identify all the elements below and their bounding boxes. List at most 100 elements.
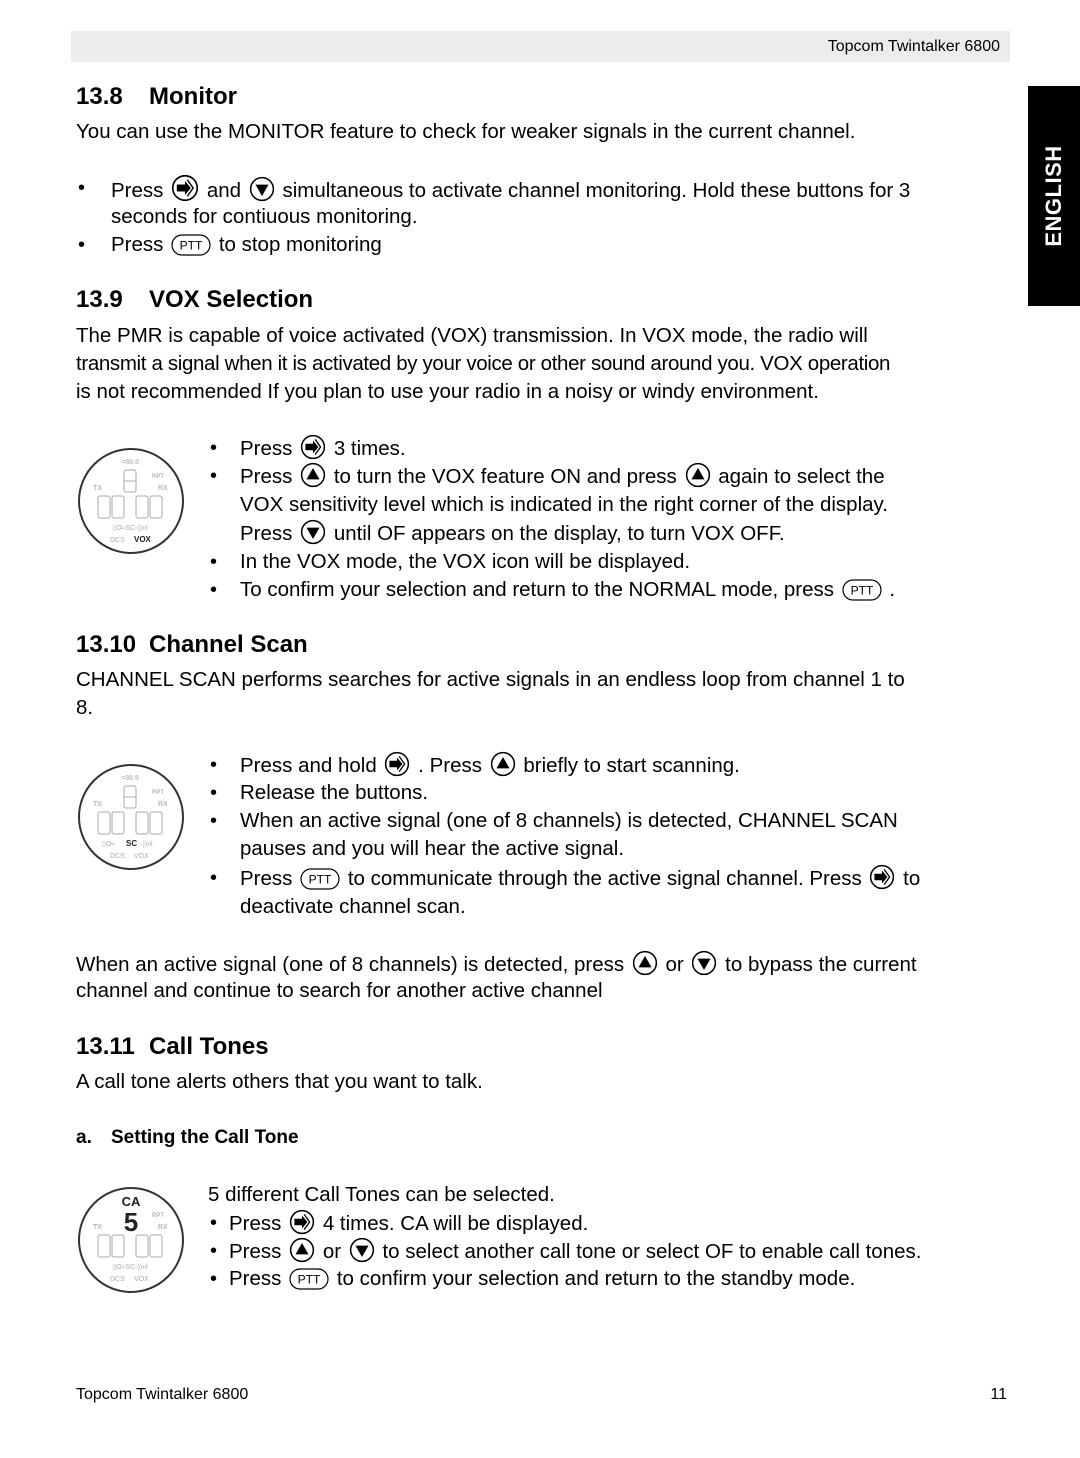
svg-text:RPT: RPT: [152, 790, 164, 796]
down-button-icon: [249, 176, 275, 202]
section-heading-vox: 13.9 VOX Selection: [76, 286, 313, 314]
svg-text:PTT: PTT: [298, 1273, 321, 1287]
bullet: •: [210, 1268, 218, 1290]
lcd-display-vox: =88.8 TX RPT RX : ▯O≈SC◦))ııl DCS VOX: [78, 448, 184, 554]
calltones-intro: A call tone alerts others that you want …: [76, 1070, 483, 1093]
svg-text:PTT: PTT: [850, 584, 873, 598]
vox-intro-2: transmit a signal when it is activated b…: [76, 352, 891, 375]
menu-button-icon: [869, 864, 895, 890]
text: to select another call tone or select OF…: [382, 1240, 922, 1263]
bullet: •: [210, 579, 218, 601]
text: When an active signal (one of 8 channels…: [76, 953, 625, 976]
ptt-button-icon: PTT: [289, 1268, 329, 1290]
svg-text:RPT: RPT: [152, 474, 164, 480]
svg-text:DCS: DCS: [110, 537, 125, 544]
bullet: •: [210, 465, 218, 487]
menu-button-icon: [171, 174, 199, 202]
text: to confirm your selection and return to …: [336, 1267, 856, 1290]
ptt-button-icon: PTT: [842, 579, 882, 601]
text: to communicate through the active signal…: [347, 867, 862, 890]
section-number: 13.11: [76, 1033, 135, 1060]
bullet: •: [78, 234, 86, 256]
scan-intro-2: 8.: [76, 696, 94, 719]
svg-text:TX: TX: [93, 1224, 102, 1231]
footer-title: Topcom Twintalker 6800: [76, 1386, 249, 1403]
subsection-label: a.: [76, 1127, 92, 1148]
menu-button-icon: [300, 434, 326, 460]
vox-bullet-4: To confirm your selection and return to …: [240, 576, 895, 604]
text: 3 times.: [333, 437, 406, 460]
bullet: •: [210, 754, 218, 776]
scan-bullet-3: When an active signal (one of 8 channels…: [240, 809, 898, 832]
vox-intro-3: is not recommended If you plan to use yo…: [76, 380, 819, 403]
section-number: 13.9: [76, 286, 123, 313]
text: Press and hold: [240, 754, 377, 777]
text: Press: [229, 1212, 282, 1235]
svg-text:▯O≈: ▯O≈: [102, 841, 115, 848]
bullet: •: [78, 177, 86, 199]
calltones-lead: 5 different Call Tones can be selected.: [208, 1183, 555, 1206]
language-tab-label: ENGLISH: [1041, 145, 1066, 247]
svg-text:PTT: PTT: [309, 873, 332, 887]
bullet: •: [210, 782, 218, 804]
page-number: 11: [990, 1386, 1007, 1403]
down-button-icon: [349, 1237, 375, 1263]
lcd-figure: CA 5 TX RPT RX ▯O≈SC◦))ııl DCS VOX: [93, 1194, 168, 1283]
svg-text:SC: SC: [126, 839, 137, 848]
monitor-bullet-2: Press PTT to stop monitoring: [111, 231, 382, 259]
text: Press: [240, 867, 293, 890]
monitor-bullet-1-cont: seconds for contiuous monitoring.: [111, 205, 418, 228]
text: . Press: [418, 754, 482, 777]
down-button-icon: [691, 950, 717, 976]
text: Press: [240, 437, 293, 460]
text: Press: [240, 522, 293, 545]
svg-text:▯O≈SC◦))ııl: ▯O≈SC◦))ııl: [112, 1264, 148, 1271]
text: 4 times. CA will be displayed.: [322, 1212, 589, 1235]
monitor-bullet-1: Press and simultaneous to activate chann…: [111, 174, 910, 205]
scan-bullet-2: Release the buttons.: [240, 781, 429, 804]
scan-intro-1: CHANNEL SCAN performs searches for activ…: [76, 668, 905, 691]
vox-intro-1: The PMR is capable of voice activated (V…: [76, 324, 868, 347]
text: Press: [111, 233, 164, 256]
text: to stop monitoring: [218, 233, 382, 256]
menu-button-icon: [289, 1209, 315, 1235]
section-number: 13.10: [76, 631, 137, 658]
subsection-title: Setting the Call Tone: [111, 1127, 299, 1148]
svg-text:▯O≈SC◦))ııl: ▯O≈SC◦))ııl: [112, 525, 148, 532]
text: Press: [111, 179, 164, 202]
monitor-intro: You can use the MONITOR feature to check…: [76, 120, 856, 143]
language-tab: ENGLISH: [1028, 86, 1080, 306]
text: briefly to start scanning.: [523, 754, 740, 777]
svg-text:TX: TX: [93, 801, 102, 808]
bullet: •: [210, 810, 218, 832]
lcd-figure: =88.8 TX RPT RX : ▯O≈SC◦))ııl DCS VOX: [93, 459, 168, 544]
svg-text:5: 5: [124, 1207, 138, 1237]
header-title: Topcom Twintalker 6800: [827, 38, 1000, 55]
scan-bullet-1: Press and hold . Press briefly to start …: [240, 751, 740, 780]
bullet: •: [210, 867, 218, 889]
svg-text:PTT: PTT: [180, 239, 203, 253]
svg-text:RPT: RPT: [152, 1213, 164, 1219]
text: again to select the: [718, 465, 885, 488]
section-title: VOX Selection: [149, 286, 314, 313]
text: until OF appears on the display, to turn…: [333, 522, 785, 545]
section-heading-calltones: 13.11 Call Tones: [76, 1033, 269, 1061]
text: to bypass the current: [725, 953, 917, 976]
vox-bullet-3: In the VOX mode, the VOX icon will be di…: [240, 550, 691, 573]
calltones-bullet-2: Press or to select another call tone or …: [229, 1237, 921, 1266]
bullet: •: [210, 1240, 218, 1262]
ptt-button-icon: PTT: [171, 234, 211, 256]
up-button-icon: [632, 950, 658, 976]
scan-bullet-4: Press PTT to communicate through the act…: [240, 864, 920, 893]
ptt-button-icon: PTT: [300, 868, 340, 890]
svg-text:VOX: VOX: [134, 853, 149, 860]
calltones-bullet-1: Press 4 times. CA will be displayed.: [229, 1209, 588, 1238]
bullet: •: [210, 551, 218, 573]
text: Press: [229, 1240, 282, 1263]
svg-text:VOX: VOX: [134, 1276, 149, 1283]
svg-text:◦))ııl: ◦))ııl: [140, 841, 153, 848]
svg-text:RX: RX: [158, 801, 168, 808]
text: to turn the VOX feature ON and press: [333, 465, 677, 488]
svg-text:=88.8: =88.8: [121, 459, 139, 466]
section-title: Channel Scan: [149, 631, 308, 658]
